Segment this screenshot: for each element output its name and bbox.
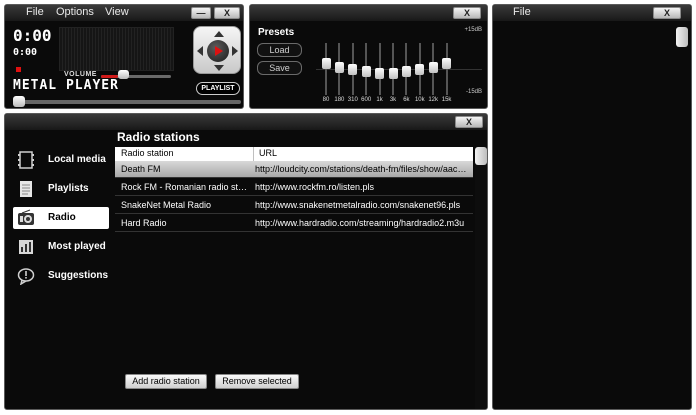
playlist-button[interactable]: PLAYLIST [196, 82, 240, 95]
sidebar-label-playlists: Playlists [48, 183, 89, 194]
eq-band-knob[interactable] [334, 61, 344, 73]
table-row[interactable]: Death FM http://loudcity.com/stations/dea… [115, 161, 473, 178]
eq-band-label: 310 [347, 97, 358, 103]
close-button[interactable]: X [214, 7, 240, 19]
minimize-button[interactable]: — [191, 7, 211, 19]
player-titlebar: File Options View — X [5, 5, 243, 21]
equalizer-bands: +15dB -15dB 80 180 310 600 1k 3k 6k 10k 12k 15k [316, 27, 482, 103]
db-min-label: -15dB [465, 89, 482, 95]
table-row[interactable]: SnakeNet Metal Radio http://www.snakenetm… [115, 197, 473, 214]
sidebar-item-suggestions[interactable]: Suggestions [13, 265, 109, 287]
eq-band-knob[interactable] [375, 67, 385, 79]
transport-control[interactable] [193, 26, 241, 74]
eq-band-label: 6k [403, 97, 410, 103]
player-window: File Options View — X 0:00 0:00 VOLUME M… [4, 4, 244, 109]
sidebar-item-radio[interactable]: Radio [13, 207, 109, 229]
file-panel-titlebar: File X [493, 5, 691, 21]
eq-band-knob[interactable] [348, 63, 358, 75]
table-scrollbar-thumb[interactable] [475, 147, 487, 165]
sidebar-item-local-media[interactable]: Local media [13, 149, 109, 171]
equalizer-close-button[interactable]: X [453, 7, 481, 19]
eq-band-slider[interactable] [445, 43, 448, 95]
sidebar-label-local-media: Local media [48, 154, 106, 165]
seek-knob[interactable] [13, 96, 25, 107]
document-icon [20, 181, 32, 197]
section-title: Radio stations [117, 130, 200, 144]
library-titlebar: X [5, 114, 487, 130]
eq-band-label: 10k [414, 97, 425, 103]
sidebar-label-most-played: Most played [48, 241, 106, 252]
eq-band-knob[interactable] [442, 57, 452, 69]
eq-band-knob[interactable] [321, 57, 331, 69]
small-time-display: 0:00 [13, 47, 38, 58]
eq-band-label: 600 [361, 97, 372, 103]
station-name: Hard Radio [121, 218, 167, 228]
eq-band-label: 80 [322, 97, 330, 103]
eq-band-label: 12k [428, 97, 439, 103]
menu-options[interactable]: Options [56, 6, 94, 18]
station-url: http://loudcity.com/stations/death-fm/fi… [255, 164, 471, 174]
volume-knob[interactable] [118, 70, 130, 79]
file-panel-title[interactable]: File [513, 6, 531, 18]
file-panel-close-button[interactable]: X [653, 7, 681, 19]
db-max-label: +15dB [464, 27, 482, 33]
eq-band-label: 180 [334, 97, 345, 103]
station-name: SnakeNet Metal Radio [121, 200, 212, 210]
column-header-station[interactable]: Radio station [121, 148, 174, 158]
chart-icon [19, 240, 33, 254]
table-row[interactable]: Rock FM - Romanian radio stati... http://… [115, 179, 473, 196]
station-url: http://www.rockfm.ro/listen.pls [255, 182, 375, 192]
speech-bubble-icon [17, 268, 35, 285]
eq-band-knob[interactable] [361, 65, 371, 77]
table-scrollbar[interactable] [475, 147, 487, 409]
station-name: Rock FM - Romanian radio stati... [121, 182, 251, 192]
eq-band-label: 1k [376, 97, 383, 103]
presets-label: Presets [258, 27, 295, 38]
table-header: Radio station URL [115, 147, 473, 161]
play-button[interactable] [207, 40, 229, 62]
station-name: Death FM [121, 164, 161, 174]
column-separator[interactable] [253, 147, 254, 161]
visualizer [59, 27, 174, 71]
radio-icon [18, 209, 34, 225]
film-icon [18, 151, 34, 169]
add-radio-station-button[interactable]: Add radio station [125, 374, 207, 389]
volume-label: VOLUME [64, 71, 97, 78]
library-close-button[interactable]: X [455, 116, 483, 128]
menu-file[interactable]: File [26, 6, 44, 18]
eq-band-knob[interactable] [388, 67, 398, 79]
stations-table: Radio station URL Death FM http://loudcit… [115, 147, 473, 397]
file-panel-scrollbar-thumb[interactable] [676, 27, 688, 47]
sidebar-item-most-played[interactable]: Most played [13, 236, 109, 258]
sidebar-label-suggestions: Suggestions [48, 270, 109, 281]
table-row[interactable]: Hard Radio http://www.hardradio.com/strea… [115, 215, 473, 232]
file-panel: File X [492, 4, 692, 410]
eject-down-icon[interactable] [214, 65, 224, 71]
menu-view[interactable]: View [105, 6, 129, 18]
eq-band-knob[interactable] [428, 61, 438, 73]
load-preset-button[interactable]: Load [257, 43, 302, 57]
remove-selected-button[interactable]: Remove selected [215, 374, 299, 389]
next-icon[interactable] [232, 46, 238, 56]
stop-up-icon[interactable] [214, 31, 224, 37]
eq-band-knob[interactable] [415, 63, 425, 75]
library-window: X Local media Playlists Radio Most playe… [4, 113, 488, 410]
eq-band-knob[interactable] [401, 65, 411, 77]
equalizer-window: X Presets Load Save +15dB -15dB 80 180 310… [249, 4, 488, 109]
eq-band-label: 15k [441, 97, 452, 103]
player-name: METAL PLAYER [13, 78, 119, 93]
time-display: 0:00 [13, 26, 52, 45]
eq-band-label: 3k [389, 97, 397, 103]
equalizer-titlebar: X [250, 5, 487, 21]
column-header-url[interactable]: URL [259, 148, 277, 158]
eq-band-slider[interactable] [325, 43, 327, 95]
seek-slider[interactable] [13, 100, 241, 104]
save-preset-button[interactable]: Save [257, 61, 302, 75]
previous-icon[interactable] [197, 46, 203, 56]
sidebar-label-radio: Radio [48, 212, 76, 223]
record-indicator [16, 67, 21, 72]
sidebar-item-playlists[interactable]: Playlists [13, 178, 109, 200]
station-url: http://www.hardradio.com/streaming/hardr… [255, 218, 465, 228]
station-url: http://www.snakenetmetalradio.com/snaken… [255, 200, 461, 210]
